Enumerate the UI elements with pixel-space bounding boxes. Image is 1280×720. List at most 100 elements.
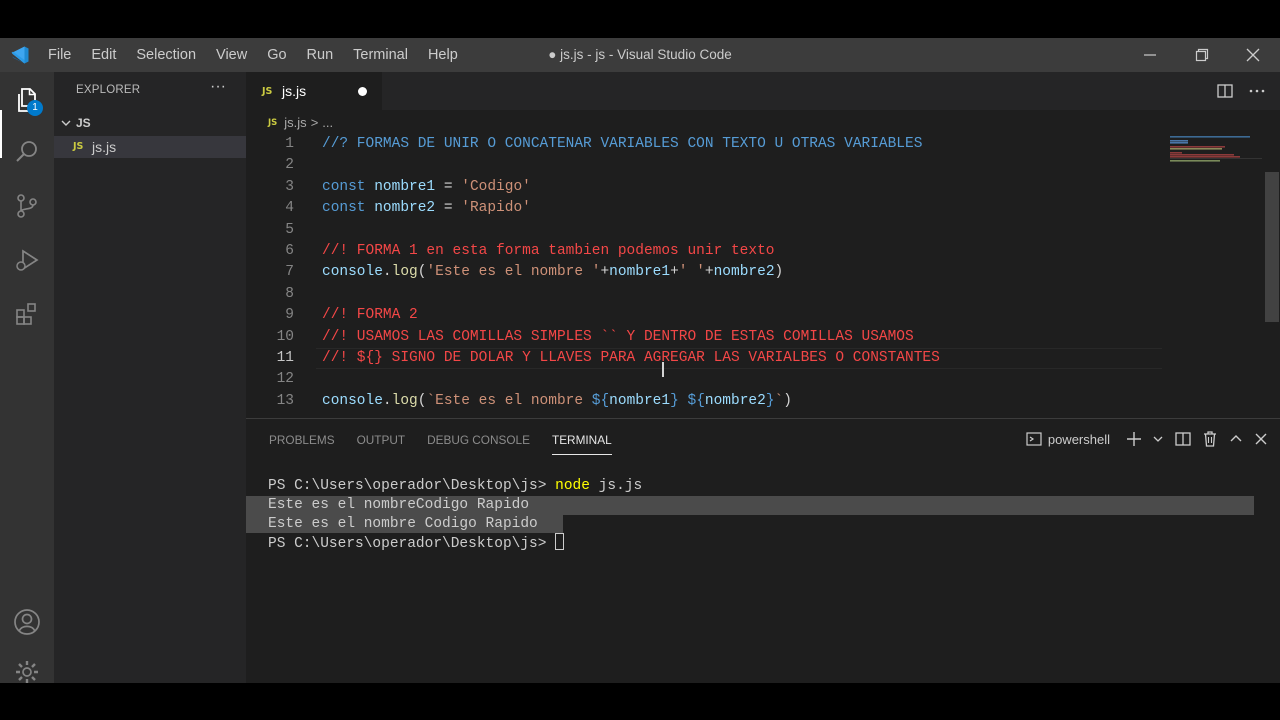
shell-name: powershell [1047,431,1110,447]
restore-icon [1195,48,1209,62]
restore-button[interactable] [1179,38,1225,72]
code-token: nombre1 [374,178,436,195]
terminal-command: node [555,478,590,494]
unsaved-dot-icon[interactable] [358,87,367,96]
code-line[interactable]: 11 //! ${} SIGNO DE DOLAR Y LLAVES PARA A… [246,348,1266,369]
code-token: nombre1 [609,392,671,409]
explorer-more-actions[interactable]: ··· [210,78,226,96]
line-number: 2 [285,157,294,174]
code-line[interactable]: 9 //! FORMA 2 [246,305,1266,326]
terminal-shell-selector[interactable]: powershell [1026,431,1110,447]
source-control-icon [17,194,37,218]
breadcrumb-separator: > [310,115,319,130]
code-line[interactable]: 12 [246,369,1266,390]
code-line[interactable]: 3 const nombre1 = 'Codigo' [246,177,1266,198]
terminal-output-text: Este es el nombre Codigo Rapido [268,515,538,532]
code-line[interactable]: 5 [246,220,1266,241]
menu-help[interactable]: Help [418,38,468,72]
minimize-button[interactable] [1127,38,1173,72]
code-token: = [435,200,462,217]
tab-problems[interactable]: PROBLEMS [258,419,346,459]
minimap[interactable] [1170,134,1262,194]
file-item-js-js[interactable]: JS js.js [54,136,246,158]
code-line[interactable]: 13 console.log(`Este es el nombre ${nombr… [246,391,1266,412]
editor-actions [1216,82,1266,100]
code-line[interactable]: 10 //! USAMOS LAS COMILLAS SIMPLES `` Y D… [246,327,1266,348]
code-token: const [322,200,375,217]
source-control-button[interactable] [0,182,54,230]
code-line[interactable]: 1 //? FORMAS DE UNIR O CONCATENAR VARIABL… [246,134,1266,155]
video-letterbox-bottom [0,683,1280,720]
accounts-button[interactable] [0,598,54,646]
code-token: nombre2 [704,392,766,409]
file-name: js.js [92,139,117,155]
explorer-button[interactable]: 1 [0,76,54,124]
manage-button[interactable] [0,650,54,683]
code-token: log [391,392,418,409]
code-token: nombre2 [713,264,775,281]
editor-scrollbar-thumb[interactable] [1265,172,1279,322]
vscode-logo-icon [11,46,29,64]
menu-edit[interactable]: Edit [81,38,126,72]
code-token: console [322,264,383,281]
more-actions-icon[interactable] [1248,82,1266,100]
split-terminal-icon[interactable] [1174,430,1192,448]
breadcrumb-symbols[interactable]: ... [322,115,333,130]
menu-file[interactable]: File [38,38,81,72]
search-icon [16,141,37,162]
menu-run[interactable]: Run [297,38,344,72]
search-button[interactable] [0,128,54,176]
code-token: ${ [687,392,705,409]
line-number: 12 [276,371,294,388]
close-panel-icon[interactable] [1254,432,1268,446]
tab-output[interactable]: OUTPUT [346,419,417,459]
line-number: 10 [276,328,294,345]
breadcrumb-file[interactable]: js.js [284,115,306,130]
chevron-down-icon [61,120,71,126]
code-token: ' ' [678,264,705,281]
code-line[interactable]: 8 [246,284,1266,305]
split-editor-icon[interactable] [1216,82,1234,100]
chevron-down-icon[interactable] [1152,431,1164,447]
terminal-line: PS C:\Users\operador\Desktop\js> node js… [246,477,1266,496]
maximize-panel-chevron-up-icon[interactable] [1228,431,1244,447]
menu-bar: File Edit Selection View Go Run Terminal… [38,38,468,72]
code-text: //! ${} SIGNO DE DOLAR Y LLAVES PARA AGR… [322,348,940,369]
code-token: //? FORMAS DE UNIR O CONCATENAR VARIABLE… [322,136,923,152]
trash-icon[interactable] [1202,430,1218,448]
menu-selection[interactable]: Selection [126,38,206,72]
menu-go[interactable]: Go [257,38,296,72]
run-debug-button[interactable] [0,236,54,284]
line-number: 8 [285,285,294,302]
code-line[interactable]: 2 [246,155,1266,176]
code-token: . [382,392,392,409]
line-number: 11 [276,350,294,366]
terminal-output[interactable]: PS C:\Users\operador\Desktop\js> node js… [246,477,1266,552]
tab-debug-console[interactable]: DEBUG CONSOLE [416,419,541,459]
code-token: //! USAMOS LAS COMILLAS SIMPLES `` Y DEN… [322,328,914,345]
code-editor[interactable]: 1 //? FORMAS DE UNIR O CONCATENAR VARIABL… [246,134,1266,418]
accounts-icon [14,609,40,635]
folder-name: JS [76,116,91,130]
close-button[interactable] [1230,38,1276,72]
line-number: 5 [285,221,294,238]
code-line[interactable]: 6 //! FORMA 1 en esta forma tambien podem… [246,241,1266,262]
menu-terminal[interactable]: Terminal [343,38,418,72]
editor-group: JS js.js JS js.js > ... 1 //? FORMAS DE U… [246,72,1280,418]
folder-js[interactable]: JS [54,112,246,134]
line-number: 13 [276,392,294,409]
code-line[interactable]: 7 console.log('Este es el nombre '+nombre… [246,262,1266,283]
menu-view[interactable]: View [206,38,257,72]
code-line[interactable]: 4 const nombre2 = 'Rapido' [246,198,1266,219]
tab-js-js[interactable]: JS js.js [246,72,382,110]
code-token: `Este es el nombre [426,392,592,409]
code-token: console [322,392,383,409]
extensions-button[interactable] [0,290,54,338]
code-token: //! ${} SIGNO DE DOLAR Y LLAVES PARA AGR… [322,350,940,366]
code-text: console.log('Este es el nombre '+nombre1… [322,262,783,283]
new-terminal-plus-icon[interactable] [1126,431,1142,447]
code-token: + [670,264,679,281]
tab-terminal[interactable]: TERMINAL [541,419,623,459]
code-text: //! FORMA 2 [322,305,418,326]
